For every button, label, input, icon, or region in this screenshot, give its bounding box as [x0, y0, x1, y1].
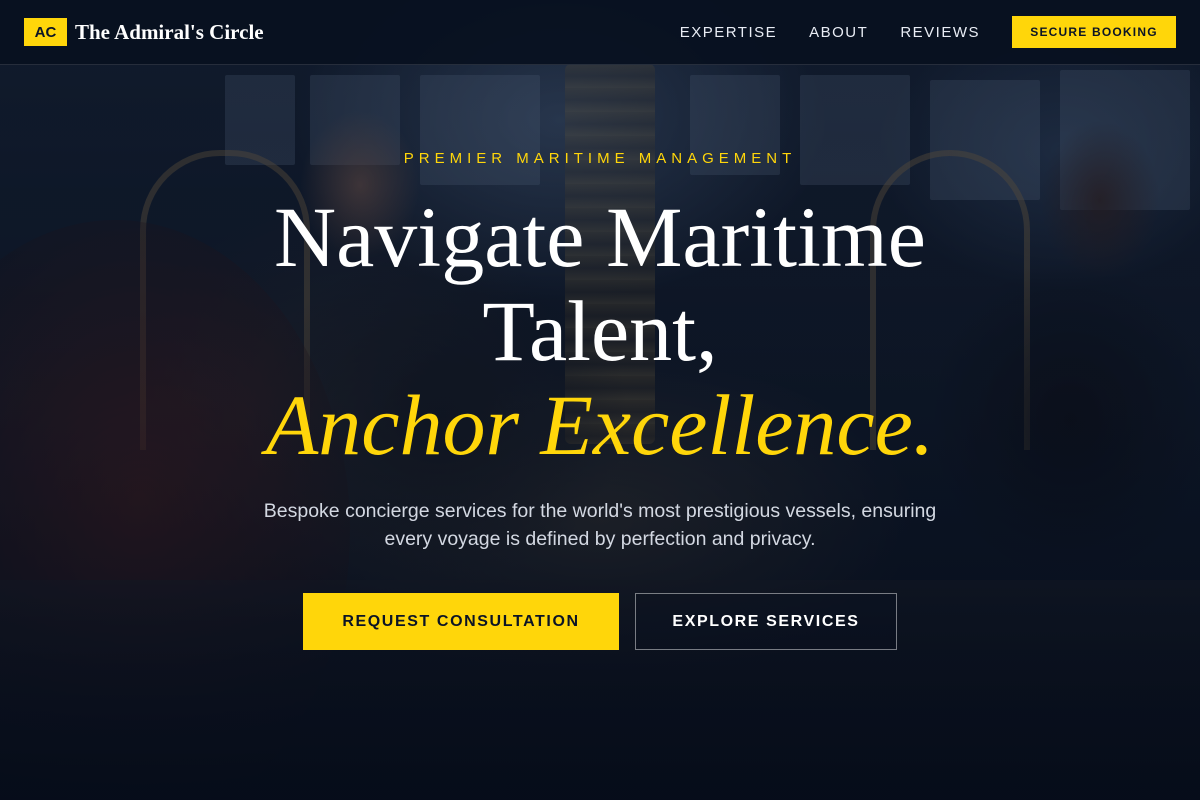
- hero-headline: Navigate Maritime Talent, Anchor Excelle…: [0, 190, 1200, 472]
- nav-link-expertise[interactable]: EXPERTISE: [680, 24, 777, 41]
- brand-monogram: AC: [24, 18, 67, 46]
- landing-page: AC The Admiral's Circle EXPERTISE ABOUT …: [0, 0, 1200, 800]
- main-nav: EXPERTISE ABOUT REVIEWS SECURE BOOKING: [680, 16, 1176, 48]
- headline-line-2: Talent,: [482, 283, 718, 379]
- site-header: AC The Admiral's Circle EXPERTISE ABOUT …: [0, 0, 1200, 65]
- secure-booking-button[interactable]: SECURE BOOKING: [1012, 16, 1176, 48]
- brand-logo-link[interactable]: AC The Admiral's Circle: [24, 18, 264, 46]
- brand-name: The Admiral's Circle: [75, 19, 264, 44]
- headline-line-1: Navigate Maritime: [274, 189, 926, 285]
- hero-subtitle: Bespoke concierge services for the world…: [263, 500, 937, 550]
- hero-actions: REQUEST CONSULTATION EXPLORE SERVICES: [303, 593, 897, 650]
- headline-accent: Anchor Excellence.: [265, 377, 935, 473]
- request-consultation-button[interactable]: REQUEST CONSULTATION: [303, 593, 619, 650]
- explore-services-button[interactable]: EXPLORE SERVICES: [635, 593, 897, 650]
- hero-section: PREMIER MARITIME MANAGEMENT Navigate Mar…: [0, 65, 1200, 800]
- nav-link-reviews[interactable]: REVIEWS: [900, 24, 980, 41]
- nav-link-about[interactable]: ABOUT: [809, 24, 868, 41]
- hero-eyebrow: PREMIER MARITIME MANAGEMENT: [403, 150, 797, 167]
